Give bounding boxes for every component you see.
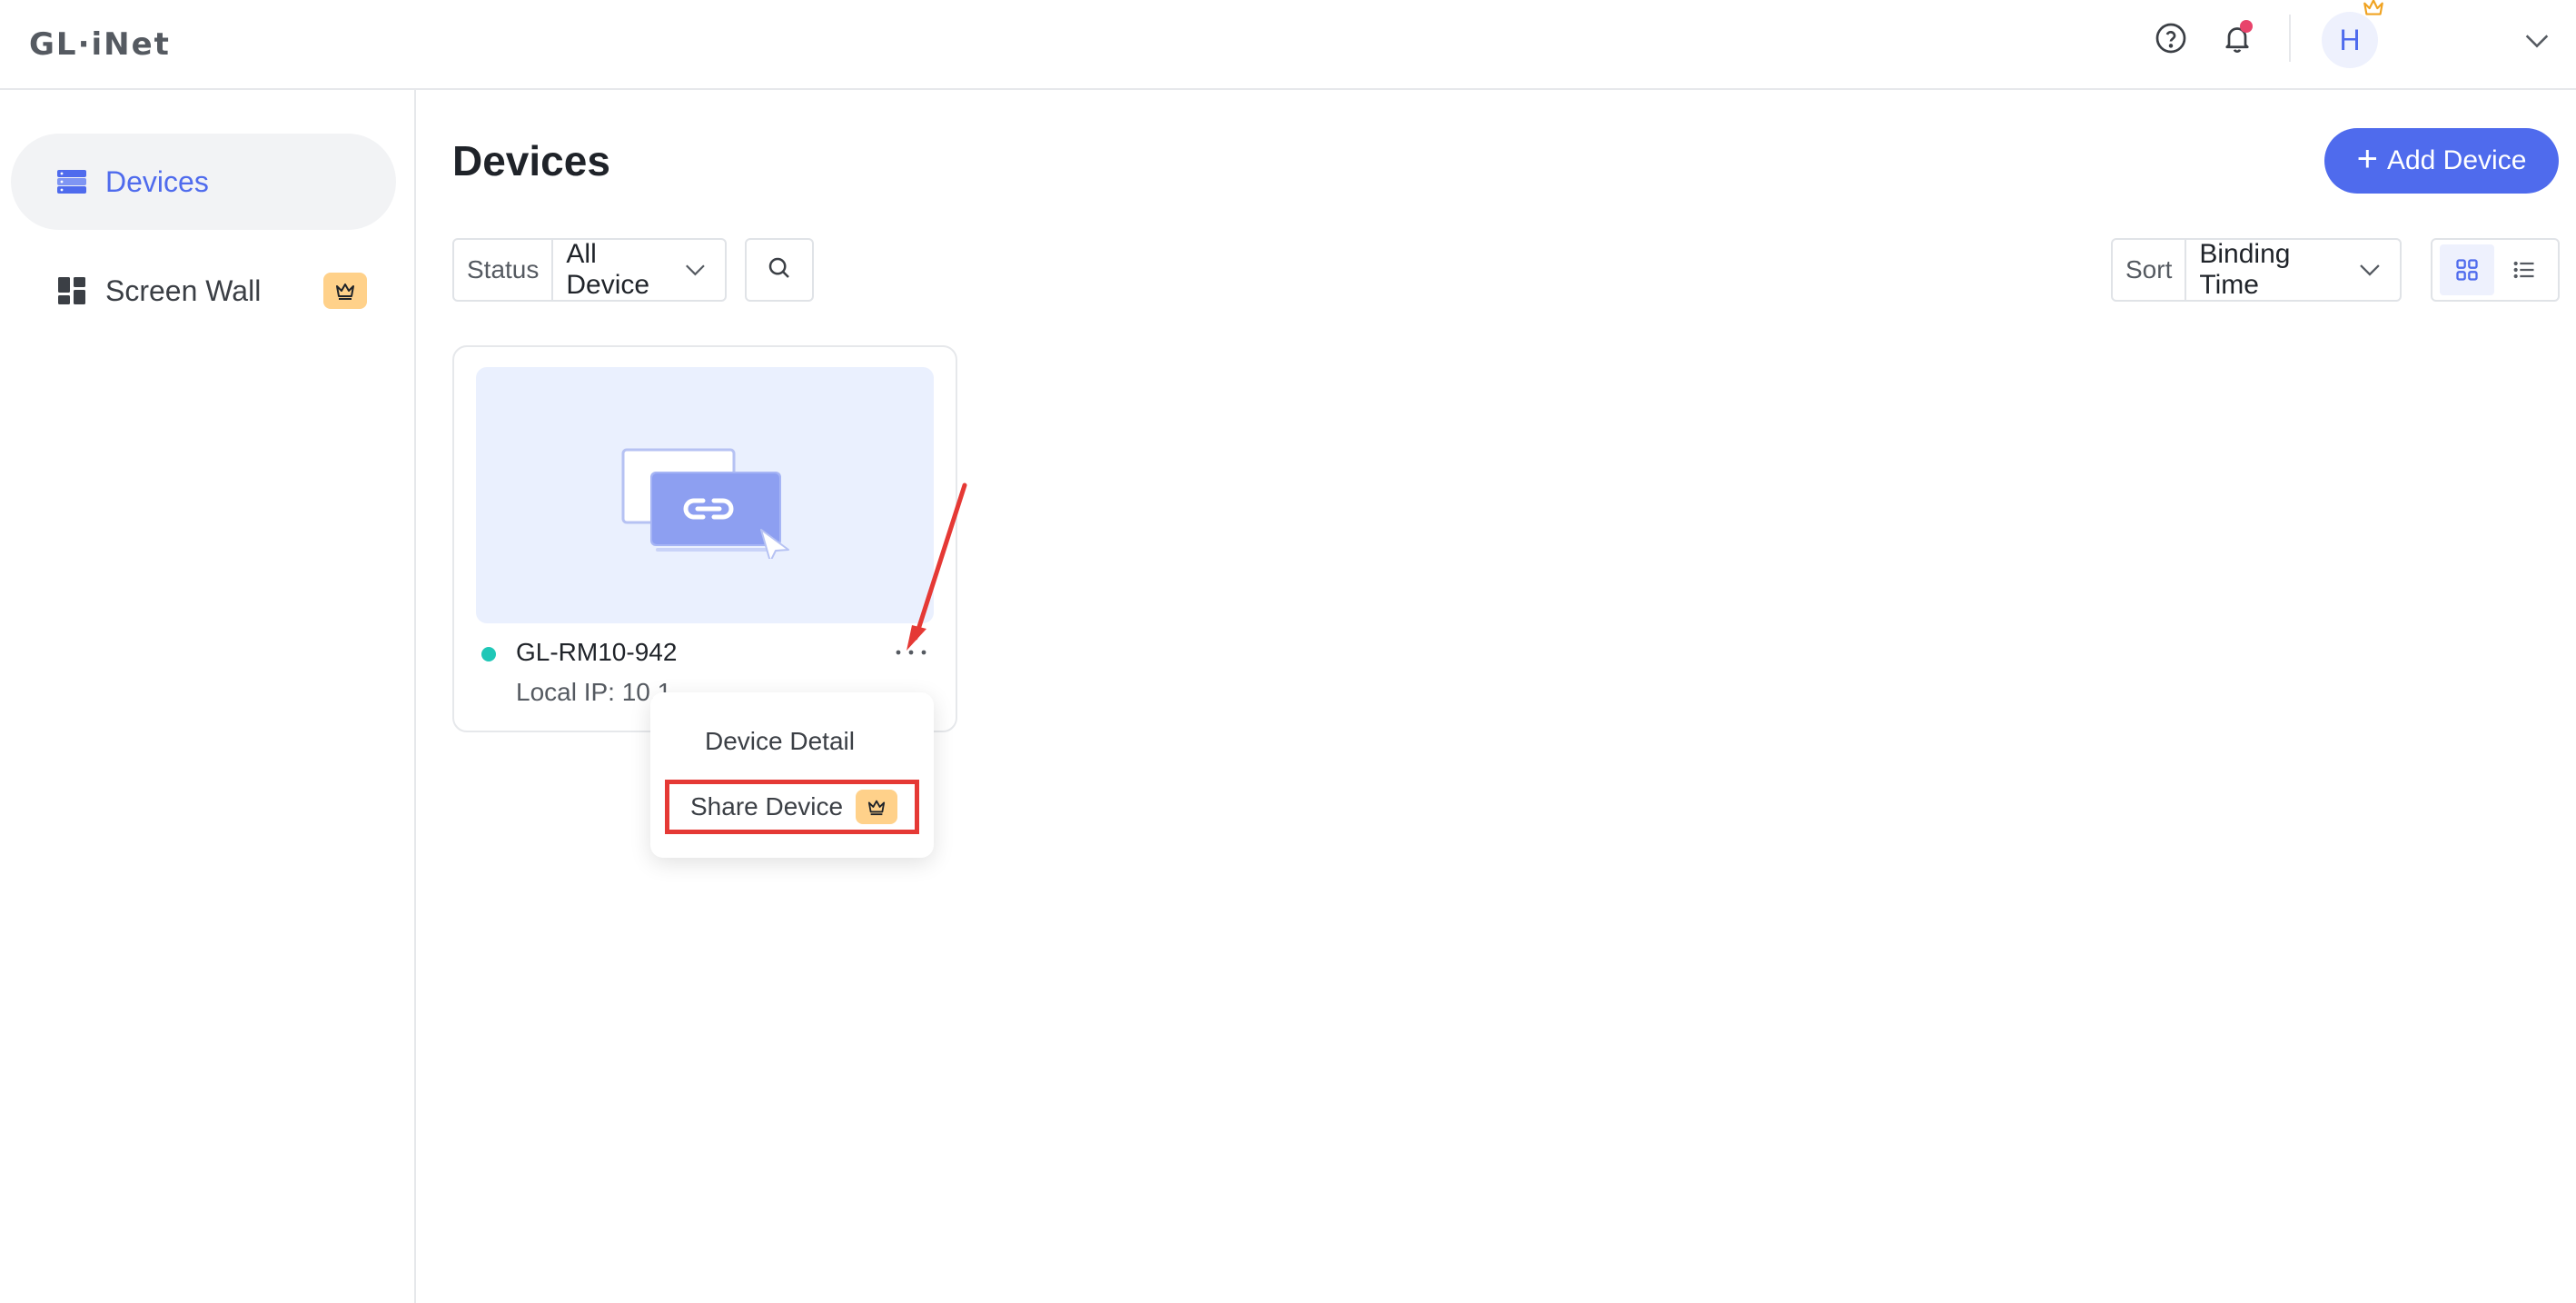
online-status-dot [481, 647, 496, 661]
page-title: Devices [452, 137, 610, 184]
crown-icon [2362, 0, 2385, 23]
status-filter-label: Status [454, 240, 554, 300]
menu-item-label: Share Device [690, 792, 844, 821]
search-button[interactable] [745, 238, 814, 302]
header-divider [2289, 15, 2291, 62]
premium-badge [856, 790, 898, 824]
device-thumbnail [476, 367, 934, 623]
list-view-button[interactable] [2497, 244, 2551, 295]
logo[interactable]: GL·iNet [29, 22, 171, 67]
sort-filter-label: Sort [2113, 240, 2187, 300]
annotation-arrow [899, 482, 972, 668]
top-bar: GL·iNet H [0, 0, 2576, 90]
status-filter-value: All Device [566, 239, 650, 300]
chevron-down-icon [2360, 264, 2380, 276]
view-toggle [2431, 238, 2560, 302]
sort-filter-select[interactable]: Binding Time [2186, 239, 2400, 301]
device-card[interactable]: GL-RM10-942 Local IP: 10.1 [452, 345, 957, 732]
list-view-icon [2513, 261, 2533, 279]
add-device-button[interactable]: + Add Device [2324, 128, 2559, 194]
premium-badge [323, 273, 367, 309]
grid-icon [56, 275, 87, 306]
menu-item-share-device[interactable]: Share Device [665, 780, 919, 834]
grid-view-icon [2455, 259, 2478, 281]
search-icon [766, 254, 793, 286]
devices-icon [56, 166, 87, 197]
sidebar-item-label: Screen Wall [105, 274, 262, 307]
notification-dot [2240, 20, 2253, 33]
plus-icon: + [2356, 139, 2378, 179]
sidebar-item-devices[interactable]: Devices [11, 134, 396, 230]
chevron-down-icon [686, 264, 705, 276]
status-filter-select[interactable]: All Device [553, 239, 725, 301]
device-local-ip: Local IP: 10.1 [516, 678, 672, 706]
avatar-initial: H [2339, 23, 2361, 56]
grid-view-button[interactable] [2439, 244, 2494, 295]
add-device-label: Add Device [2386, 145, 2527, 175]
sort-filter[interactable]: Sort Binding Time [2111, 238, 2402, 302]
sidebar: Devices Screen Wall [0, 90, 416, 1303]
crown-icon [868, 800, 886, 816]
sort-filter-value: Binding Time [2199, 239, 2291, 300]
logo-text: GL·iNet [29, 26, 171, 63]
help-icon[interactable] [2153, 20, 2189, 56]
menu-item-label: Device Detail [705, 727, 855, 755]
menu-item-device-detail[interactable]: Device Detail [665, 714, 919, 769]
status-filter[interactable]: Status All Device [452, 238, 727, 302]
sidebar-item-screen-wall[interactable]: Screen Wall [11, 243, 396, 339]
chevron-down-icon[interactable] [2522, 25, 2552, 61]
device-name: GL-RM10-942 [516, 638, 678, 666]
device-context-menu: Device Detail Share Device [650, 692, 934, 858]
sidebar-item-label: Devices [105, 164, 209, 198]
remote-screen-illustration-icon [621, 448, 789, 559]
crown-icon [336, 283, 354, 300]
